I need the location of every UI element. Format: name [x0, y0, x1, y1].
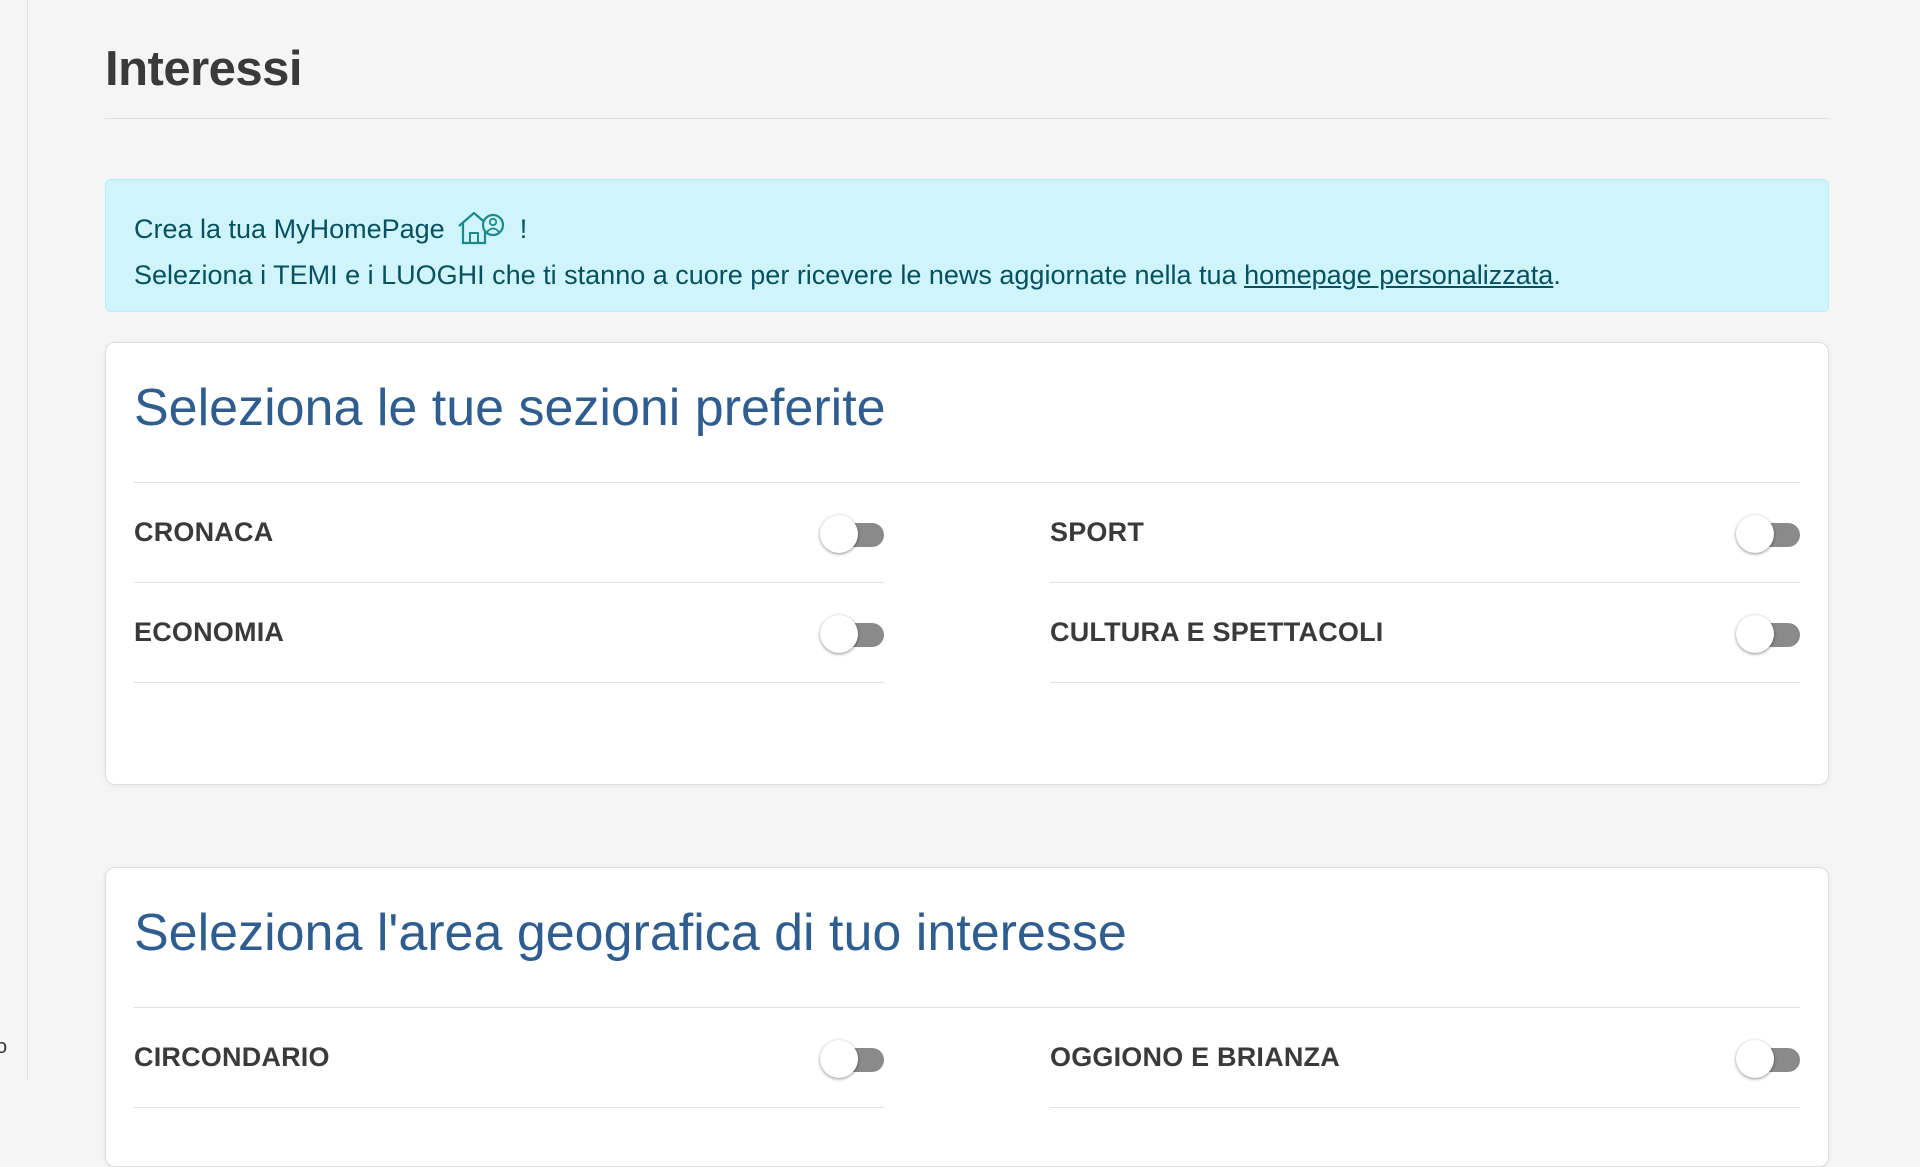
section-label: ECONOMIA — [134, 617, 285, 647]
title-divider — [105, 118, 1829, 119]
section-label: CULTURA E SPETTACOLI — [1050, 617, 1384, 647]
info-line-2-text: Seleziona i TEMI e i LUOGHI che ti stann… — [134, 260, 1245, 290]
toggle-knob — [1736, 614, 1774, 653]
info-line-1-suffix: ! — [519, 214, 528, 244]
toggle-circondario[interactable] — [820, 1039, 884, 1078]
toggle-knob — [820, 614, 858, 653]
section-row-sport: SPORT — [1050, 483, 1800, 583]
toggle-knob — [1736, 514, 1774, 553]
homepage-link[interactable]: homepage personalizzata — [1244, 260, 1553, 290]
geo-label: OGGIONO E BRIANZA — [1050, 1042, 1340, 1072]
section-label: SPORT — [1050, 517, 1145, 547]
page-content: Interessi Crea la tua MyHomePage ! Selez… — [105, 0, 1829, 1167]
info-line-2-end: . — [1553, 260, 1561, 290]
geo-card: Seleziona l'area geografica di tuo inter… — [105, 867, 1829, 1167]
geo-label: CIRCONDARIO — [134, 1042, 330, 1072]
geo-row-oggiono-e-brianza: OGGIONO E BRIANZA — [1050, 1008, 1800, 1108]
geo-row-circondario: CIRCONDARIO — [134, 1008, 884, 1108]
toggle-knob — [1736, 1039, 1774, 1078]
info-alert: Crea la tua MyHomePage ! Seleziona i TEM… — [105, 179, 1829, 312]
toggle-cultura-e-spettacoli[interactable] — [1736, 614, 1800, 653]
left-rail: o — [0, 0, 28, 1080]
info-line-1: Crea la tua MyHomePage ! — [134, 208, 1800, 256]
sections-grid: CRONACA SPORT ECONOMIA CULTURA E SPETTAC… — [134, 483, 1800, 683]
toggle-cronaca[interactable] — [820, 514, 884, 553]
toggle-economia[interactable] — [820, 614, 884, 653]
left-rail-glyph: o — [0, 1036, 8, 1058]
geo-card-title: Seleziona l'area geografica di tuo inter… — [134, 868, 1800, 1008]
toggle-sport[interactable] — [1736, 514, 1800, 553]
section-label: CRONACA — [134, 517, 274, 547]
section-row-cultura-e-spettacoli: CULTURA E SPETTACOLI — [1050, 583, 1800, 683]
toggle-knob — [820, 514, 858, 553]
section-row-economia: ECONOMIA — [134, 583, 884, 683]
geo-grid: CIRCONDARIO OGGIONO E BRIANZA — [134, 1008, 1800, 1108]
sections-card-title: Seleziona le tue sezioni preferite — [134, 343, 1800, 483]
info-line-2: Seleziona i TEMI e i LUOGHI che ti stann… — [134, 256, 1800, 294]
toggle-knob — [820, 1039, 858, 1078]
sections-card: Seleziona le tue sezioni preferite CRONA… — [105, 342, 1829, 785]
toggle-oggiono-e-brianza[interactable] — [1736, 1039, 1800, 1078]
section-row-cronaca: CRONACA — [134, 483, 884, 583]
page-title: Interessi — [105, 42, 303, 96]
info-line-1-text: Crea la tua MyHomePage — [134, 214, 445, 244]
house-user-icon — [456, 208, 508, 256]
